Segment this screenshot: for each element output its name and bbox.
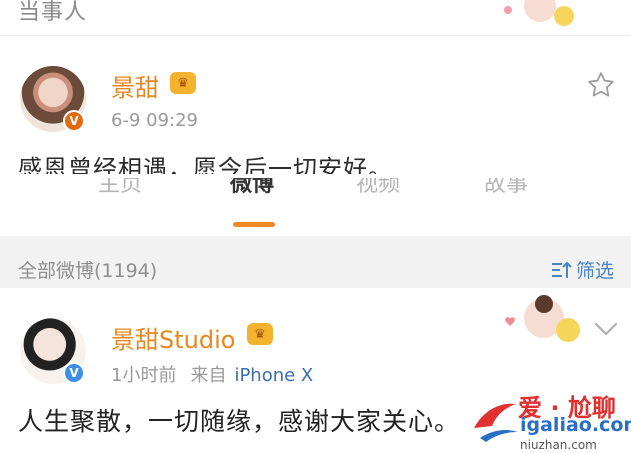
- tab-weibo[interactable]: 微博: [230, 178, 274, 206]
- star-icon[interactable]: [586, 70, 616, 100]
- sticker-decoration-icon: [505, 295, 580, 342]
- post-source-prefix: 来自: [190, 365, 227, 386]
- previous-card-label: 当事人: [18, 0, 88, 25]
- watermark-url: igaliao.com: [520, 414, 631, 436]
- crown-icon: ♛: [170, 72, 196, 94]
- author-name[interactable]: 景甜: [111, 68, 159, 103]
- filter-icon: [552, 261, 572, 278]
- author-name[interactable]: 景甜Studio: [111, 320, 235, 355]
- tab-video[interactable]: 视频: [356, 178, 400, 206]
- tab-story[interactable]: 故事: [484, 178, 528, 206]
- profile-tabs: [0, 176, 631, 234]
- crown-icon: ♛: [247, 323, 273, 345]
- post-meta: 1小时前 来自 iPhone X: [111, 361, 313, 387]
- post-timestamp: 6-9 09:29: [111, 110, 198, 131]
- filter-button[interactable]: 筛选: [550, 256, 614, 283]
- verified-blue-icon: V: [63, 362, 85, 384]
- post-text: 人生聚散，一切随缘，感谢大家关心。: [18, 407, 461, 436]
- post-device-link[interactable]: iPhone X: [234, 365, 313, 386]
- section-title: 全部微博(1194): [18, 260, 158, 282]
- sticker-decoration-icon: [504, 0, 574, 26]
- tab-home[interactable]: 主页: [98, 178, 142, 206]
- active-tab-indicator: [233, 222, 275, 227]
- post-time: 1小时前: [111, 365, 177, 386]
- filter-label: 筛选: [576, 260, 615, 282]
- watermark-url-secondary: niuzhan.com: [520, 438, 597, 452]
- post-text: 感恩曾经相遇，愿今后一切安好。: [18, 155, 393, 174]
- chevron-down-icon[interactable]: [593, 320, 619, 338]
- verified-orange-icon: V: [63, 110, 85, 132]
